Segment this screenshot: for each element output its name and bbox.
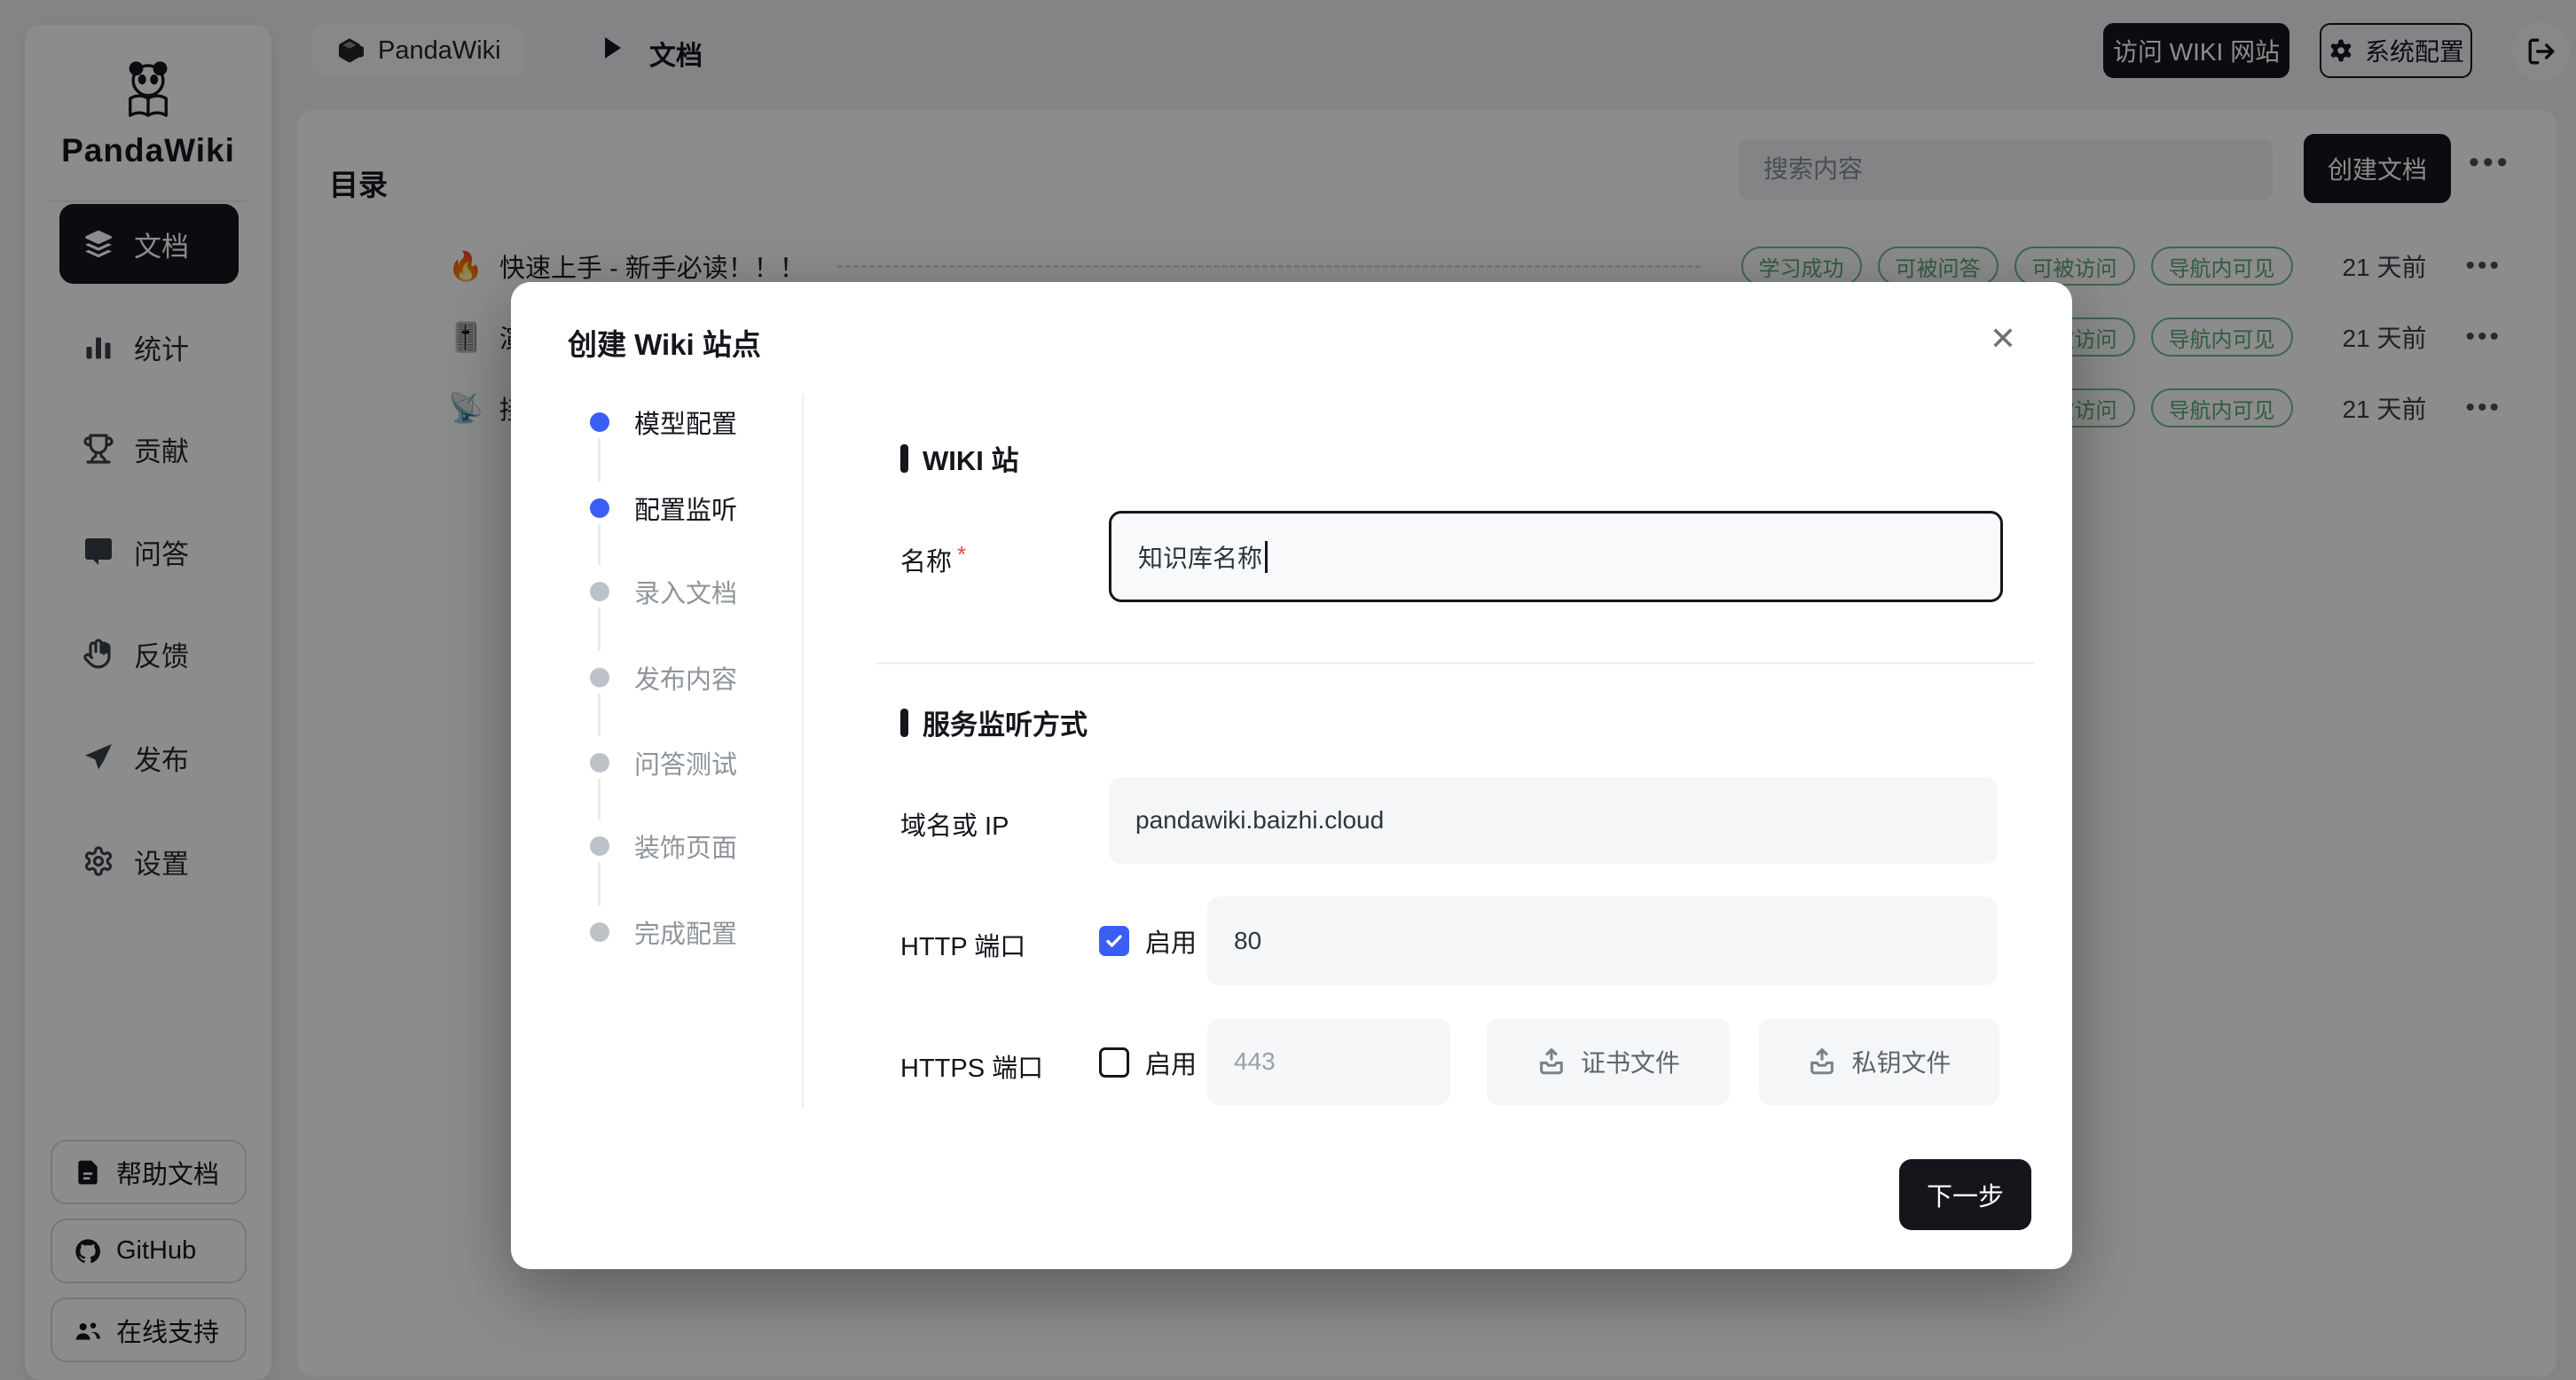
http-enable-checkbox-row: 启用: [1099, 922, 1197, 960]
step-label: 发布内容: [634, 659, 737, 696]
section-wiki-label: WIKI 站: [923, 438, 1019, 478]
section-wiki-site: WIKI 站: [900, 438, 1019, 478]
domain-input[interactable]: pandawiki.baizhi.cloud: [1109, 777, 1998, 864]
step-label: 录入文档: [634, 573, 737, 610]
step-connector: [598, 608, 601, 651]
create-wiki-modal: 创建 Wiki 站点 ✕ 模型配置 配置监听 录入文档 发布内容 问答测试 装饰…: [511, 282, 2072, 1269]
step-finish-config[interactable]: 完成配置: [590, 913, 737, 951]
name-label: 名称*: [900, 541, 966, 578]
section-bar: [900, 444, 908, 473]
step-qa-test[interactable]: 问答测试: [590, 744, 737, 781]
step-label: 模型配置: [634, 404, 737, 441]
section-listen-mode: 服务监听方式: [900, 702, 1088, 742]
upload-icon: [1807, 1047, 1837, 1077]
step-dot: [590, 668, 609, 687]
step-label: 完成配置: [634, 913, 737, 951]
upload-icon: [1536, 1047, 1567, 1077]
name-input[interactable]: 知识库名称: [1109, 511, 2003, 602]
next-step-button[interactable]: 下一步: [1899, 1159, 2031, 1230]
step-connector: [598, 438, 601, 482]
domain-input-value: pandawiki.baizhi.cloud: [1135, 806, 1384, 835]
step-label: 配置监听: [634, 490, 737, 527]
https-enable-checkbox-row: 启用: [1099, 1044, 1197, 1081]
https-enable-label: 启用: [1145, 1044, 1197, 1081]
domain-label: 域名或 IP: [900, 805, 1009, 843]
https-port-label: HTTPS 端口: [900, 1047, 1043, 1085]
section-divider: [876, 663, 2034, 664]
http-enable-label: 启用: [1145, 922, 1197, 960]
step-dot: [590, 836, 609, 856]
checkbox-checked-icon[interactable]: [1099, 926, 1129, 956]
name-input-value: 知识库名称: [1138, 539, 1262, 575]
step-dot: [590, 412, 609, 432]
checkbox-unchecked-icon[interactable]: [1099, 1047, 1129, 1078]
step-dot: [590, 582, 609, 601]
text-caret: [1265, 541, 1268, 573]
cert-file-label: 证书文件: [1581, 1044, 1680, 1079]
step-label: 装饰页面: [634, 827, 737, 865]
section-listen-label: 服务监听方式: [923, 702, 1088, 742]
http-port-input[interactable]: 80: [1207, 897, 1998, 985]
step-import-docs[interactable]: 录入文档: [590, 573, 737, 610]
step-dot: [590, 753, 609, 772]
step-connector: [598, 779, 601, 819]
https-port-value: 443: [1234, 1047, 1276, 1076]
step-label: 问答测试: [634, 744, 737, 781]
https-port-input[interactable]: 443: [1207, 1018, 1450, 1105]
cert-file-button[interactable]: 证书文件: [1487, 1018, 1730, 1105]
key-file-label: 私钥文件: [1851, 1044, 1951, 1079]
step-model-config[interactable]: 模型配置: [590, 404, 737, 441]
step-connector: [598, 524, 601, 565]
step-listen-config[interactable]: 配置监听: [590, 490, 737, 527]
http-port-value: 80: [1234, 927, 1261, 955]
step-dot: [590, 498, 609, 518]
section-bar: [900, 709, 908, 737]
step-dot: [590, 922, 609, 942]
modal-title: 创建 Wiki 站点: [568, 321, 761, 364]
steps-divider: [802, 394, 804, 1109]
step-decorate-page[interactable]: 装饰页面: [590, 827, 737, 865]
close-icon[interactable]: ✕: [1976, 312, 2030, 365]
step-publish-content[interactable]: 发布内容: [590, 659, 737, 696]
key-file-button[interactable]: 私钥文件: [1759, 1018, 1999, 1105]
http-port-label: HTTP 端口: [900, 926, 1025, 963]
required-asterisk: *: [957, 541, 966, 568]
step-connector: [598, 862, 601, 906]
step-connector: [598, 694, 601, 736]
